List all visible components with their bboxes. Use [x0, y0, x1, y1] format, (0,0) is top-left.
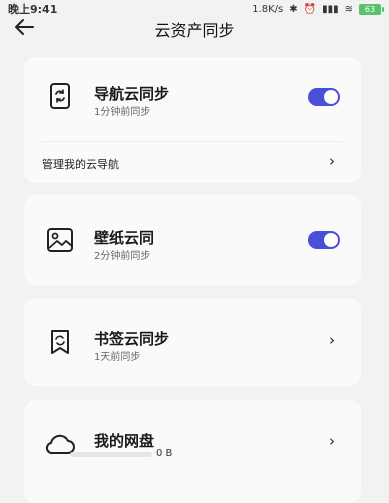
navigation-sync-title: 导航云同步	[94, 85, 170, 103]
chevron-right-icon: ›	[329, 152, 335, 170]
manage-cloud-nav-label: 管理我的云导航	[42, 158, 119, 171]
storage-progress-bar	[70, 452, 152, 457]
top-bar: 云资产同步	[0, 10, 389, 44]
bookmark-sync-icon	[46, 328, 74, 356]
bookmark-sync-row: 书签云同步 1天前同步 ›	[24, 298, 361, 386]
phone-sync-icon	[46, 82, 74, 110]
manage-cloud-nav-row[interactable]: 管理我的云导航 ›	[24, 142, 361, 184]
toggle-knob	[324, 90, 338, 104]
page-title: 云资产同步	[154, 21, 235, 40]
storage-used: 0 B	[156, 448, 173, 459]
navigation-sync-toggle[interactable]	[308, 88, 340, 106]
image-icon	[46, 226, 74, 254]
wallpaper-sync-toggle[interactable]	[308, 231, 340, 249]
wallpaper-sync-row: 壁纸云同 2分钟前同步	[24, 195, 361, 285]
toggle-knob	[324, 233, 338, 247]
wallpaper-sync-time: 2分钟前同步	[94, 251, 151, 262]
navigation-sync-row: 导航云同步 1分钟前同步	[24, 57, 361, 135]
cloud-drive-title: 我的网盘	[94, 432, 155, 450]
navigation-sync-time: 1分钟前同步	[94, 107, 151, 118]
cloud-drive-row: 我的网盘 ›	[24, 400, 361, 478]
bookmark-sync-card[interactable]: 书签云同步 1天前同步 ›	[24, 298, 361, 386]
chevron-right-icon: ›	[329, 432, 335, 450]
wallpaper-sync-title: 壁纸云同	[94, 229, 155, 247]
bookmark-sync-title: 书签云同步	[94, 330, 170, 348]
chevron-right-icon: ›	[329, 331, 335, 349]
navigation-sync-card: 导航云同步 1分钟前同步 管理我的云导航 ›	[24, 57, 361, 183]
bookmark-sync-time: 1天前同步	[94, 352, 141, 363]
wallpaper-sync-card: 壁纸云同 2分钟前同步	[24, 195, 361, 285]
